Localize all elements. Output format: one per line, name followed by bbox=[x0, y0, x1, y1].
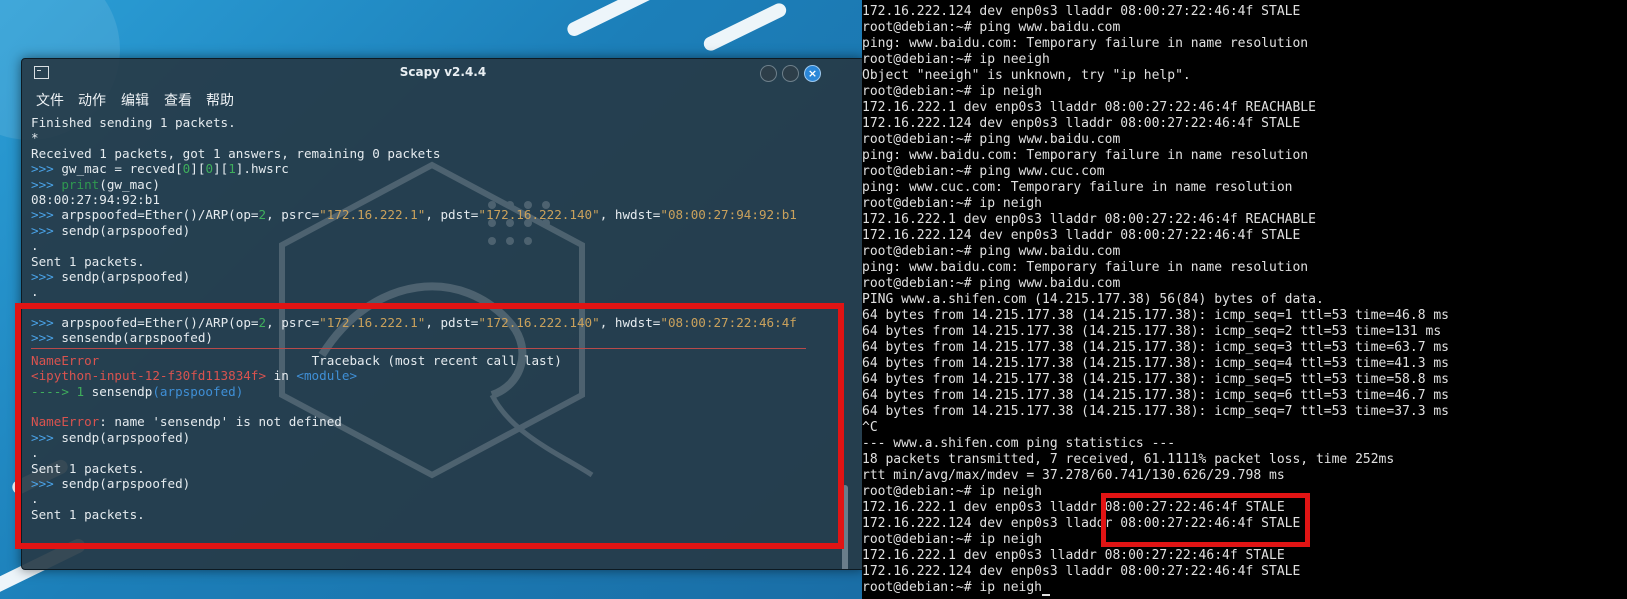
error-header: NameError Traceback (most recent call la… bbox=[31, 352, 562, 368]
console-line: root@debian:~# ping www.baidu.com bbox=[862, 244, 1121, 259]
console-line: root@debian:~# ping www.baidu.com bbox=[862, 132, 1121, 147]
console-line: 64 bytes from 14.215.177.38 (14.215.177.… bbox=[862, 404, 1449, 419]
console-line: 64 bytes from 14.215.177.38 (14.215.177.… bbox=[862, 356, 1449, 371]
maximize-button[interactable] bbox=[782, 65, 799, 82]
input-line: >>> sendp(arpspoofed) bbox=[31, 475, 191, 491]
menu-file[interactable]: 文件 bbox=[36, 90, 64, 110]
input-line: >>> sendp(arpspoofed) bbox=[31, 429, 191, 445]
console-line: 64 bytes from 14.215.177.38 (14.215.177.… bbox=[862, 340, 1449, 355]
text-cursor bbox=[1042, 594, 1051, 596]
console-line: 64 bytes from 14.215.177.38 (14.215.177.… bbox=[862, 372, 1449, 387]
console-line: ^C bbox=[862, 420, 878, 435]
console-output: 172.16.222.124 dev enp0s3 lladdr 08:00:2… bbox=[862, 4, 1449, 596]
error-message: NameError: name 'sensendp' is not define… bbox=[31, 414, 342, 430]
console-line: root@debian:~# ip neigh bbox=[862, 84, 1043, 99]
console-line: 64 bytes from 14.215.177.38 (14.215.177.… bbox=[862, 324, 1442, 339]
error-location: <ipython-input-12-f30fd113834f> in <modu… bbox=[31, 368, 358, 384]
console-line: 172.16.222.124 dev enp0s3 lladdr 08:00:2… bbox=[862, 4, 1301, 19]
menubar: 文件 动作 编辑 查看 帮助 bbox=[22, 89, 864, 111]
output-line: . bbox=[31, 445, 39, 461]
console-line: 172.16.222.124 dev enp0s3 lladdr 08:00:2… bbox=[862, 564, 1301, 579]
input-line: >>> arpspoofed=Ether()/ARP(op=2, psrc="1… bbox=[31, 207, 797, 223]
console-line: root@debian:~# ip neigh bbox=[862, 196, 1043, 211]
output-line: 08:00:27:94:92:b1 bbox=[31, 191, 160, 207]
output-line: Sent 1 packets. bbox=[31, 506, 145, 522]
console-line: PING www.a.shifen.com (14.215.177.38) 56… bbox=[862, 292, 1324, 307]
wallpaper-stripe bbox=[701, 0, 789, 54]
input-line: >>> arpspoofed=Ether()/ARP(op=2, psrc="1… bbox=[31, 315, 797, 331]
close-button[interactable]: × bbox=[804, 65, 821, 82]
output-line: . bbox=[31, 491, 39, 507]
console-line: 172.16.222.124 dev enp0s3 lladdr 08:00:2… bbox=[862, 116, 1301, 131]
console-line: root@debian:~# ping www.baidu.com bbox=[862, 276, 1121, 291]
menu-edit[interactable]: 编辑 bbox=[121, 90, 149, 110]
input-line: >>> print(gw_mac) bbox=[31, 176, 160, 192]
console-line: root@debian:~# ping www.cuc.com bbox=[862, 164, 1105, 179]
console-line: ping: www.baidu.com: Temporary failure i… bbox=[862, 260, 1309, 275]
error-separator bbox=[31, 347, 806, 349]
prompt: >>> bbox=[31, 330, 54, 346]
console-line: rtt min/avg/max/mdev = 37.278/60.741/130… bbox=[862, 468, 1285, 483]
console-line: ping: www.cuc.com: Temporary failure in … bbox=[862, 180, 1293, 195]
prompt: >>> bbox=[31, 268, 54, 284]
output-line: Sent 1 packets. bbox=[31, 253, 145, 269]
console-line: Object "neeigh" is unknown, try "ip help… bbox=[862, 68, 1191, 83]
console-line: root@debian:~# ip neigh bbox=[862, 484, 1043, 499]
console-line: 64 bytes from 14.215.177.38 (14.215.177.… bbox=[862, 308, 1449, 323]
minimize-button[interactable] bbox=[760, 65, 777, 82]
console-line: root@debian:~# ip neigh bbox=[862, 532, 1043, 547]
console-line: root@debian:~# ping www.baidu.com bbox=[862, 20, 1121, 35]
menu-help[interactable]: 帮助 bbox=[206, 90, 234, 110]
input-line: >>> gw_mac = recved[0][0][1].hwsrc bbox=[31, 161, 289, 177]
console-line: ping: www.baidu.com: Temporary failure i… bbox=[862, 148, 1309, 163]
input-line: >>> sendp(arpspoofed) bbox=[31, 222, 191, 238]
terminal-output: Finished sending 1 packets. * Received 1… bbox=[31, 115, 806, 522]
console-line: 172.16.222.124 dev enp0s3 lladdr 08:00:2… bbox=[862, 228, 1301, 243]
menu-view[interactable]: 查看 bbox=[164, 90, 192, 110]
debian-console[interactable]: 172.16.222.124 dev enp0s3 lladdr 08:00:2… bbox=[862, 0, 1627, 599]
prompt: >>> bbox=[31, 222, 54, 238]
console-line: 18 packets transmitted, 7 received, 61.1… bbox=[862, 452, 1395, 467]
console-line: root@debian:~# ip neigh bbox=[862, 580, 1449, 596]
output-line: Sent 1 packets. bbox=[31, 460, 145, 476]
console-line: 64 bytes from 14.215.177.38 (14.215.177.… bbox=[862, 388, 1449, 403]
window-title: Scapy v2.4.4 bbox=[399, 65, 487, 79]
console-line: 172.16.222.1 dev enp0s3 lladdr 08:00:27:… bbox=[862, 500, 1285, 515]
prompt: >>> bbox=[31, 429, 54, 445]
output-line: Finished sending 1 packets. bbox=[31, 115, 236, 130]
wallpaper-stripe bbox=[565, 0, 715, 39]
prompt: >>> bbox=[31, 475, 54, 491]
scrollbar[interactable] bbox=[842, 485, 848, 569]
console-line: root@debian:~# ip neeigh bbox=[862, 52, 1050, 67]
console-line: 172.16.222.1 dev enp0s3 lladdr 08:00:27:… bbox=[862, 212, 1316, 227]
output-line: . bbox=[31, 284, 39, 300]
scapy-window: Scapy v2.4.4 × 文件 动作 编辑 查看 帮助 Finished s… bbox=[21, 58, 865, 570]
input-line: >>> sendp(arpspoofed) bbox=[31, 268, 191, 284]
titlebar[interactable]: Scapy v2.4.4 × bbox=[22, 59, 864, 87]
console-line: 172.16.222.1 dev enp0s3 lladdr 08:00:27:… bbox=[862, 548, 1285, 563]
console-line: 172.16.222.124 dev enp0s3 lladdr 08:00:2… bbox=[862, 516, 1301, 531]
menu-action[interactable]: 动作 bbox=[78, 90, 106, 110]
error-arrow-line: ----> 1 sensendp(arpspoofed) bbox=[31, 383, 244, 399]
prompt: >>> bbox=[31, 176, 54, 192]
console-line: ping: www.baidu.com: Temporary failure i… bbox=[862, 36, 1309, 51]
prompt: >>> bbox=[31, 207, 54, 223]
input-line: >>> sensendp(arpspoofed) bbox=[31, 330, 213, 346]
prompt: >>> bbox=[31, 315, 54, 331]
output-line: * bbox=[31, 130, 39, 146]
console-line: --- www.a.shifen.com ping statistics --- bbox=[862, 436, 1176, 451]
prompt: >>> bbox=[31, 161, 54, 177]
console-line: 172.16.222.1 dev enp0s3 lladdr 08:00:27:… bbox=[862, 100, 1316, 115]
output-line: Received 1 packets, got 1 answers, remai… bbox=[31, 145, 441, 161]
terminal-area[interactable]: Finished sending 1 packets. * Received 1… bbox=[22, 115, 864, 569]
output-line: . bbox=[31, 238, 39, 254]
